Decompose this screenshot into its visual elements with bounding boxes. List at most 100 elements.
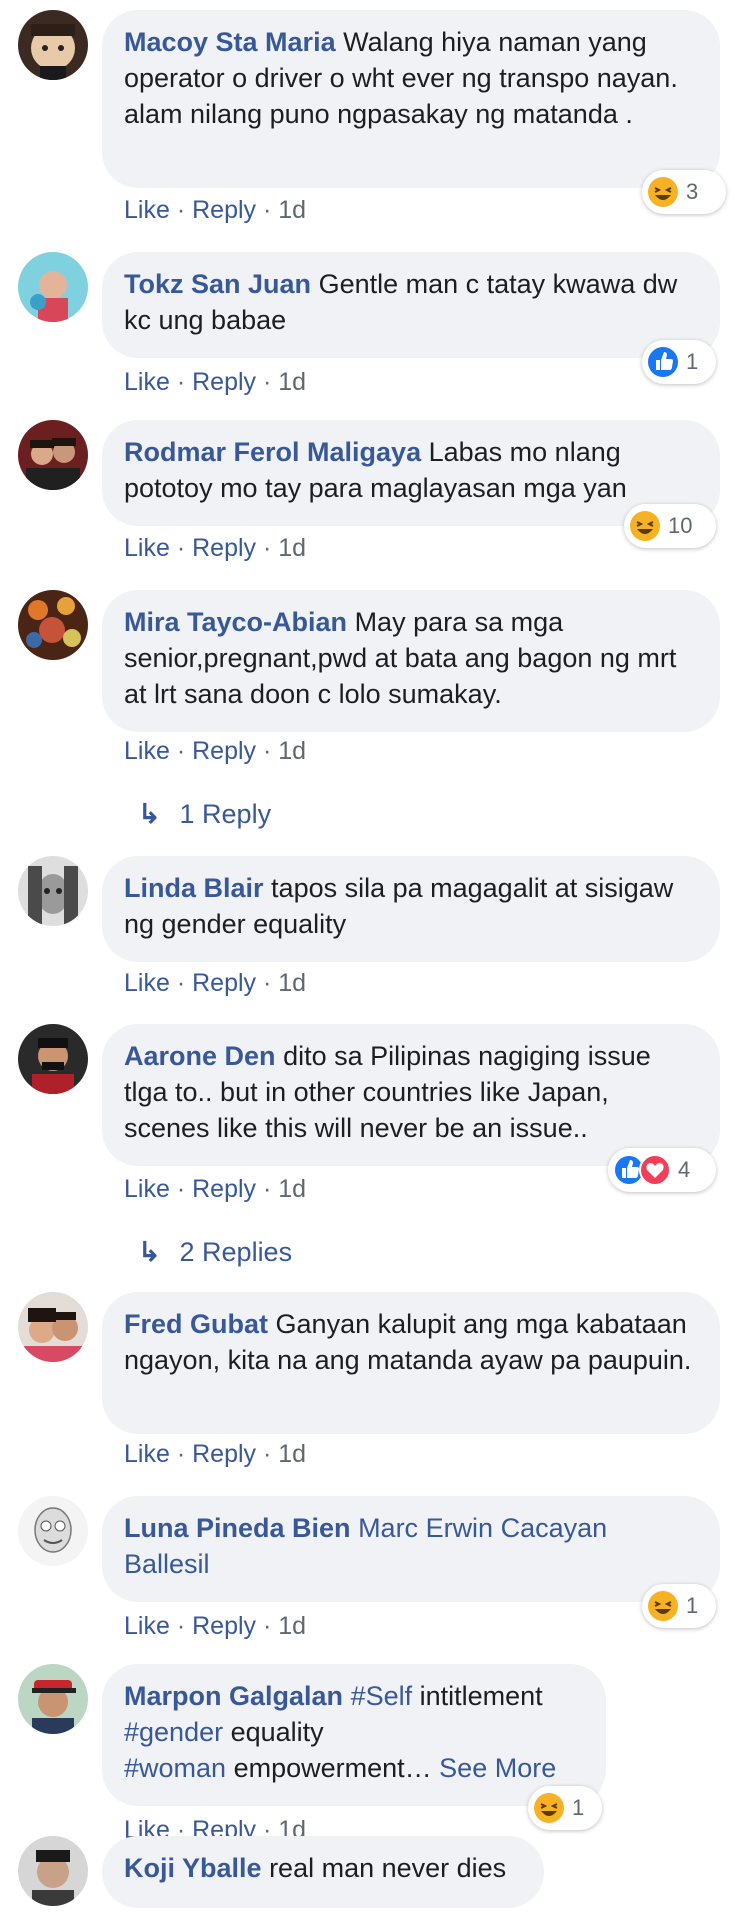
avatar[interactable] <box>18 856 88 926</box>
haha-icon <box>630 511 660 541</box>
view-replies-link[interactable]: ↳ 2 Replies <box>138 1236 292 1268</box>
comment-author[interactable]: Rodmar Ferol Maligaya <box>124 437 421 467</box>
reaction-summary[interactable]: 4 <box>608 1148 716 1192</box>
comment-bubble: Tokz San Juan Gentle man c tatay kwawa d… <box>102 252 720 358</box>
comment-bubble: Fred Gubat Ganyan kalupit ang mga kabata… <box>102 1292 720 1434</box>
avatar[interactable] <box>18 1664 88 1734</box>
comment-author[interactable]: Marpon Galgalan <box>124 1681 343 1711</box>
reaction-count: 1 <box>686 349 699 374</box>
comment-text: real man never dies <box>269 1853 507 1883</box>
comment-bubble: Aarone Den dito sa Pilipinas nagiging is… <box>102 1024 720 1166</box>
avatar[interactable] <box>18 590 88 660</box>
hashtag-link[interactable]: #Self <box>351 1681 413 1711</box>
like-link[interactable]: Like <box>124 196 170 224</box>
comment-author[interactable]: Koji Yballe <box>124 1853 262 1883</box>
comment-author[interactable]: Macoy Sta Maria <box>124 27 336 57</box>
avatar[interactable] <box>18 10 88 80</box>
love-icon <box>639 1154 671 1186</box>
avatar[interactable] <box>18 1024 88 1094</box>
reaction-count: 3 <box>686 179 699 204</box>
comment-actions: Like · Reply · 1d <box>124 736 306 766</box>
comment-bubble: Linda Blair tapos sila pa magagalit at s… <box>102 856 720 962</box>
separator: · <box>176 534 186 562</box>
reply-arrow-icon: ↳ <box>138 1237 161 1267</box>
hashtag-link[interactable]: #gender <box>124 1717 223 1747</box>
separator: · <box>262 1440 272 1468</box>
hashtag-link[interactable]: #woman <box>124 1753 226 1783</box>
reply-link[interactable]: Reply <box>192 1440 256 1468</box>
haha-icon <box>648 1591 678 1621</box>
comment-bubble: Mira Tayco-Abian May para sa mga senior,… <box>102 590 720 732</box>
comment-timestamp[interactable]: 1d <box>278 737 306 765</box>
like-link[interactable]: Like <box>124 1175 170 1203</box>
reply-link[interactable]: Reply <box>192 1175 256 1203</box>
comment-actions: Like · Reply · 1d <box>124 1611 306 1641</box>
like-link[interactable]: Like <box>124 969 170 997</box>
comment-bubble: Koji Yballe real man never dies <box>102 1836 544 1908</box>
comment-timestamp[interactable]: 1d <box>278 969 306 997</box>
reaction-summary[interactable]: 1 <box>642 1584 716 1628</box>
replies-count[interactable]: 1 Reply <box>180 799 272 829</box>
avatar[interactable] <box>18 252 88 322</box>
like-link[interactable]: Like <box>124 368 170 396</box>
separator: · <box>176 737 186 765</box>
separator: · <box>176 196 186 224</box>
like-link[interactable]: Like <box>124 534 170 562</box>
reply-link[interactable]: Reply <box>192 969 256 997</box>
reply-link[interactable]: Reply <box>192 534 256 562</box>
comment-author[interactable]: Aarone Den <box>124 1041 276 1071</box>
comment-actions: Like · Reply · 1d <box>124 1174 306 1204</box>
comment-text: intitlement <box>419 1681 543 1711</box>
view-replies-link[interactable]: ↳ 1 Reply <box>138 798 271 830</box>
separator: · <box>176 1440 186 1468</box>
comment-timestamp[interactable]: 1d <box>278 368 306 396</box>
separator: · <box>262 1612 272 1640</box>
comment-actions: Like · Reply · 1d <box>124 1439 306 1469</box>
comment-timestamp[interactable]: 1d <box>278 1612 306 1640</box>
avatar[interactable] <box>18 1836 88 1906</box>
comment-actions: Like · Reply · 1d <box>124 195 306 225</box>
comment-author[interactable]: Luna Pineda Bien <box>124 1513 351 1543</box>
comment-timestamp[interactable]: 1d <box>278 534 306 562</box>
separator: · <box>262 196 272 224</box>
reaction-summary[interactable]: 3 <box>642 170 726 214</box>
like-link[interactable]: Like <box>124 737 170 765</box>
comment-thread: Macoy Sta Maria Walang hiya naman yang o… <box>0 0 750 1914</box>
comment-author[interactable]: Mira Tayco-Abian <box>124 607 347 637</box>
comment-author[interactable]: Linda Blair <box>124 873 264 903</box>
see-more-link[interactable]: See More <box>439 1753 556 1783</box>
comment-actions: Like · Reply · 1d <box>124 533 306 563</box>
reaction-summary[interactable]: 1 <box>642 340 716 384</box>
comment-author[interactable]: Tokz San Juan <box>124 269 311 299</box>
reply-link[interactable]: Reply <box>192 737 256 765</box>
comment-bubble: Marpon Galgalan #Self intitlement #gende… <box>102 1664 606 1806</box>
reaction-summary[interactable]: 10 <box>624 504 716 548</box>
comment-author[interactable]: Fred Gubat <box>124 1309 268 1339</box>
avatar[interactable] <box>18 420 88 490</box>
like-icon <box>648 347 678 377</box>
separator: · <box>176 1612 186 1640</box>
like-link[interactable]: Like <box>124 1612 170 1640</box>
reply-link[interactable]: Reply <box>192 196 256 224</box>
reaction-summary[interactable]: 1 <box>528 1786 602 1830</box>
like-link[interactable]: Like <box>124 1440 170 1468</box>
comment-timestamp[interactable]: 1d <box>278 1440 306 1468</box>
avatar[interactable] <box>18 1292 88 1362</box>
comment-actions: Like · Reply · 1d <box>124 367 306 397</box>
comment-timestamp[interactable]: 1d <box>278 1175 306 1203</box>
avatar[interactable] <box>18 1496 88 1566</box>
replies-count[interactable]: 2 Replies <box>180 1237 293 1267</box>
reply-arrow-icon: ↳ <box>138 799 161 829</box>
reaction-count: 4 <box>678 1157 691 1182</box>
reply-link[interactable]: Reply <box>192 1612 256 1640</box>
reply-link[interactable]: Reply <box>192 368 256 396</box>
reaction-count: 1 <box>686 1593 699 1618</box>
comment-timestamp[interactable]: 1d <box>278 196 306 224</box>
separator: · <box>262 368 272 396</box>
comment-text: empowerment… <box>233 1753 432 1783</box>
separator: · <box>176 1175 186 1203</box>
comment-bubble: Macoy Sta Maria Walang hiya naman yang o… <box>102 10 720 188</box>
haha-icon <box>648 177 678 207</box>
separator: · <box>262 534 272 562</box>
separator: · <box>176 368 186 396</box>
